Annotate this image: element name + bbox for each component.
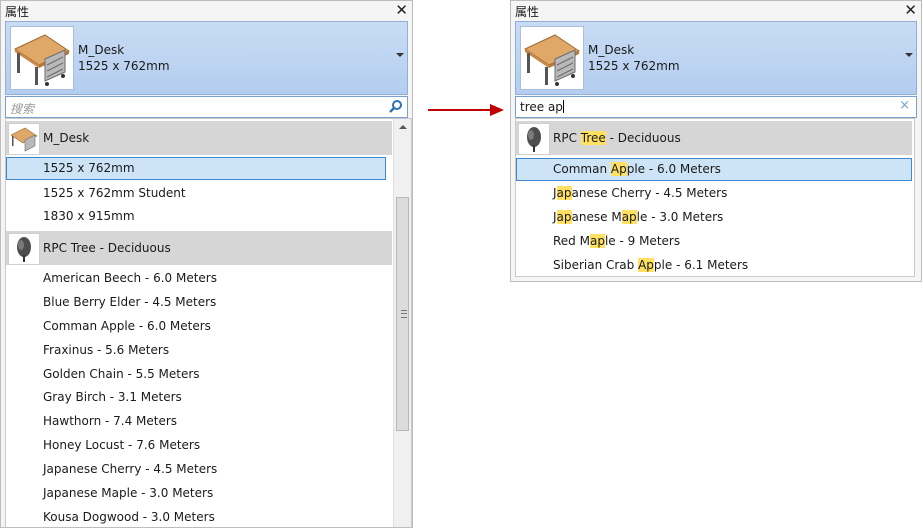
list-item-label: 1830 x 915mm: [43, 209, 135, 223]
grip-icon: [401, 310, 407, 318]
panel-title: 属性: [5, 5, 30, 19]
search-input[interactable]: tree ap: [520, 100, 564, 114]
tree-icon: [8, 233, 40, 265]
text-pre: Red M: [553, 234, 590, 248]
group-label: RPC Tree - Deciduous: [43, 241, 171, 255]
list-item-label: Japanese Cherry - 4.5 Meters: [553, 182, 727, 205]
list-item-label: Kousa Dogwood - 3.0 Meters: [43, 510, 215, 524]
group-header[interactable]: M_Desk: [6, 121, 392, 155]
chevron-down-icon[interactable]: [396, 53, 404, 57]
type-selector[interactable]: M_Desk 1525 x 762mm: [515, 21, 917, 95]
group-label: M_Desk: [43, 131, 90, 145]
text-pre: J: [553, 186, 557, 200]
list-item[interactable]: Golden Chain - 5.5 Meters: [6, 363, 386, 386]
text-pre: J: [553, 210, 557, 224]
list-item[interactable]: Red Maple - 9 Meters: [516, 230, 912, 253]
list-item-label: Red Maple - 9 Meters: [553, 230, 680, 253]
list-item-label: 1525 x 762mm: [43, 161, 135, 175]
list-item-label: 1525 x 762mm Student: [43, 186, 186, 200]
text-post: anese Cherry - 4.5 Meters: [571, 186, 728, 200]
desk-icon: [520, 26, 584, 90]
text-post: le - 9 Meters: [604, 234, 681, 248]
filtered-type-list[interactable]: RPC Tree - Deciduous Comman Apple - 6.0 …: [515, 118, 915, 277]
text-post: anese Maple - 3.0 Meters: [571, 210, 724, 224]
scroll-up-icon[interactable]: [399, 125, 407, 129]
list-item-label: Honey Locust - 7.6 Meters: [43, 438, 201, 452]
panel-titlebar: 属性 ✕: [511, 1, 921, 19]
list-item[interactable]: Comman Apple - 6.0 Meters: [6, 315, 386, 338]
panel-title: 属性: [515, 5, 540, 19]
type-size: 1525 x 762mm: [588, 59, 680, 73]
desk-icon: [8, 123, 40, 155]
match-highlight: Tree: [580, 131, 606, 145]
list-item[interactable]: Kousa Dogwood - 3.0 Meters: [6, 506, 386, 527]
text-caret: [562, 100, 564, 113]
properties-panel-right: 属性 ✕ M_Desk 1525 x 762mm tree ap × RPC T…: [510, 0, 922, 282]
clear-icon[interactable]: ×: [899, 98, 910, 113]
match-highlight: Ap: [638, 258, 654, 272]
list-item-label: American Beech - 6.0 Meters: [43, 271, 217, 285]
desk-icon: [10, 26, 74, 90]
vertical-scrollbar[interactable]: [393, 119, 411, 527]
list-item[interactable]: American Beech - 6.0 Meters: [6, 267, 386, 290]
list-item-label: Comman Apple - 6.0 Meters: [553, 159, 721, 180]
match-highlight-2: ap: [621, 210, 637, 224]
text-post: ple - 6.1 Meters: [653, 258, 749, 272]
list-item[interactable]: Japanese Maple - 3.0 Meters: [516, 206, 912, 229]
match-highlight: ap: [589, 234, 605, 248]
search-input[interactable]: 搜索: [10, 100, 34, 117]
chevron-down-icon[interactable]: [905, 53, 913, 57]
group-label-prefix: RPC: [553, 131, 581, 145]
panel-titlebar: 属性 ✕: [1, 1, 412, 19]
type-list[interactable]: M_Desk 1525 x 762mm 1525 x 762mm Student…: [5, 118, 412, 527]
list-item-label: Japanese Maple - 3.0 Meters: [43, 486, 214, 500]
text-pre: Siberian Crab: [553, 258, 639, 272]
list-item[interactable]: Honey Locust - 7.6 Meters: [6, 434, 386, 457]
list-item[interactable]: 1525 x 762mm Student: [6, 182, 386, 205]
list-item-label: Japanese Maple - 3.0 Meters: [553, 206, 723, 229]
list-item[interactable]: Fraxinus - 5.6 Meters: [6, 339, 386, 362]
arrow-right-icon: [428, 104, 504, 116]
group-label-suffix: - Deciduous: [605, 131, 681, 145]
scroll-thumb[interactable]: [396, 197, 409, 431]
close-icon[interactable]: ✕: [395, 1, 408, 19]
list-item-label: Golden Chain - 5.5 Meters: [43, 367, 200, 381]
list-item[interactable]: 1830 x 915mm: [6, 205, 386, 228]
text-post: ple - 6.0 Meters: [626, 162, 721, 176]
list-item[interactable]: Japanese Cherry - 4.5 Meters: [516, 182, 912, 205]
list-item[interactable]: Blue Berry Elder - 4.5 Meters: [6, 291, 386, 314]
search-value: tree ap: [520, 100, 563, 114]
match-highlight: ap: [556, 210, 572, 224]
list-item-label: Siberian Crab Apple - 6.1 Meters: [553, 254, 749, 276]
close-icon[interactable]: ✕: [904, 1, 917, 19]
list-item-label: Fraxinus - 5.6 Meters: [43, 343, 170, 357]
list-item[interactable]: Japanese Cherry - 4.5 Meters: [6, 458, 386, 481]
list-item[interactable]: Gray Birch - 3.1 Meters: [6, 386, 386, 409]
type-name: M_Desk: [588, 43, 635, 57]
list-item[interactable]: Japanese Maple - 3.0 Meters: [6, 482, 386, 505]
search-field[interactable]: tree ap ×: [515, 96, 917, 118]
group-label: RPC Tree - Deciduous: [553, 121, 681, 155]
search-icon[interactable]: [389, 99, 403, 116]
search-field[interactable]: 搜索: [5, 96, 408, 118]
list-item-label: Japanese Cherry - 4.5 Meters: [43, 462, 218, 476]
list-item-label: Comman Apple - 6.0 Meters: [43, 319, 211, 333]
type-size: 1525 x 762mm: [78, 59, 170, 73]
text-pre: Comman: [553, 162, 611, 176]
list-item[interactable]: Hawthorn - 7.4 Meters: [6, 410, 386, 433]
list-item-selected[interactable]: Comman Apple - 6.0 Meters: [516, 158, 912, 181]
list-item-label: Gray Birch - 3.1 Meters: [43, 390, 182, 404]
list-item-label: Blue Berry Elder - 4.5 Meters: [43, 295, 217, 309]
type-selector[interactable]: M_Desk 1525 x 762mm: [5, 21, 408, 95]
type-name: M_Desk: [78, 43, 125, 57]
list-item-label: Hawthorn - 7.4 Meters: [43, 414, 178, 428]
properties-panel-left: 属性 ✕ M_Desk 1525 x 762mm 搜索 M_Desk 1525 …: [0, 0, 413, 528]
match-highlight: Ap: [610, 162, 627, 176]
list-item[interactable]: Siberian Crab Apple - 6.1 Meters: [516, 254, 912, 276]
group-header[interactable]: RPC Tree - Deciduous: [6, 231, 392, 265]
list-item-selected[interactable]: 1525 x 762mm: [6, 157, 386, 180]
tree-icon: [518, 123, 550, 155]
group-header[interactable]: RPC Tree - Deciduous: [516, 121, 912, 155]
match-highlight: ap: [556, 186, 572, 200]
